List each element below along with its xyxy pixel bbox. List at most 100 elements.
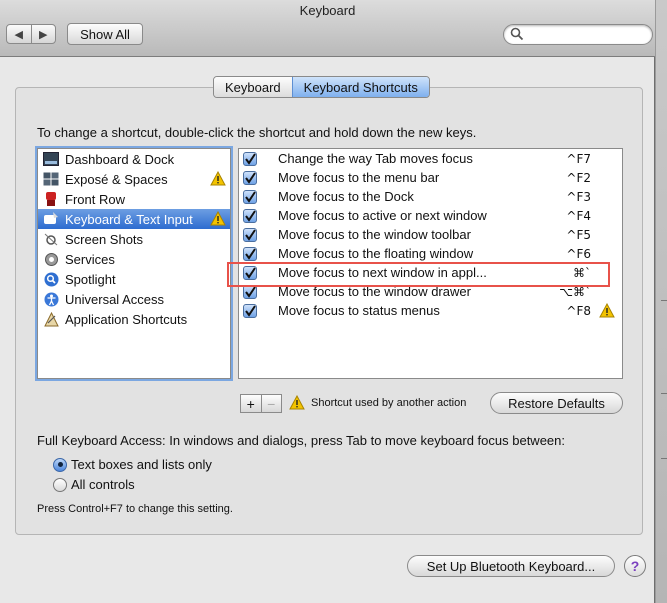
enabled-checkbox[interactable] xyxy=(243,227,257,242)
shortcut-key[interactable]: ^F5 xyxy=(566,228,591,242)
category-label: Spotlight xyxy=(65,271,116,287)
enabled-checkbox[interactable] xyxy=(243,170,257,185)
toolbar: Keyboard ◀ ▶ Show All xyxy=(0,0,655,57)
shortcut-key[interactable]: ^F8 xyxy=(566,304,591,318)
shortcut-key[interactable]: ^F7 xyxy=(566,152,591,166)
enabled-checkbox[interactable] xyxy=(243,151,257,166)
radio-button-selected[interactable] xyxy=(53,457,67,472)
shortcut-name: Change the way Tab moves focus xyxy=(278,151,473,166)
add-button[interactable]: + xyxy=(241,395,261,412)
checkmark-icon xyxy=(245,228,256,241)
shortcut-row[interactable]: Move focus to the floating window ^F6 xyxy=(239,244,622,263)
divider xyxy=(661,393,667,394)
category-label: Dashboard & Dock xyxy=(65,151,175,167)
shortcut-row[interactable]: Move focus to status menus ^F8 xyxy=(239,301,622,320)
category-label: Keyboard & Text Input xyxy=(65,211,193,227)
shortcut-row[interactable]: Change the way Tab moves focus ^F7 xyxy=(239,149,622,168)
shortcut-row[interactable]: Move focus to the window drawer ⌥⌘` xyxy=(239,282,622,301)
show-all-button[interactable]: Show All xyxy=(67,23,143,45)
category-label: Exposé & Spaces xyxy=(65,171,168,187)
category-label: Services xyxy=(65,251,115,267)
shortcut-name: Move focus to the menu bar xyxy=(278,170,440,185)
shortcut-list[interactable]: Change the way Tab moves focus ^F7 Move … xyxy=(238,148,623,379)
category-label: Universal Access xyxy=(65,291,164,307)
shortcut-key[interactable]: ^F3 xyxy=(566,190,591,204)
category-screen-shots[interactable]: Screen Shots xyxy=(38,229,230,249)
full-keyboard-access-label: Full Keyboard Access: In windows and dia… xyxy=(37,433,565,448)
category-expose-spaces[interactable]: Exposé & Spaces xyxy=(38,169,230,189)
shortcut-key[interactable]: ⌘` xyxy=(573,266,591,280)
tab-bar: Keyboard Keyboard Shortcuts xyxy=(213,76,430,98)
checkmark-icon xyxy=(245,171,256,184)
shortcut-name: Move focus to the window drawer xyxy=(278,284,471,299)
divider xyxy=(661,458,667,459)
chevron-right-icon: ▶ xyxy=(39,28,48,41)
conflict-legend: Shortcut used by another action xyxy=(311,397,467,409)
category-dashboard-dock[interactable]: Dashboard & Dock xyxy=(38,149,230,169)
category-universal-access[interactable]: Universal Access xyxy=(38,289,230,309)
category-spotlight[interactable]: Spotlight xyxy=(38,269,230,289)
radio-all-controls[interactable]: All controls xyxy=(53,477,135,492)
radio-button[interactable] xyxy=(53,477,67,492)
shortcut-row[interactable]: Move focus to the window toolbar ^F5 xyxy=(239,225,622,244)
help-icon: ? xyxy=(630,558,640,574)
instruction-text: To change a shortcut, double-click the s… xyxy=(37,125,477,140)
warning-icon xyxy=(599,303,615,318)
enabled-checkbox[interactable] xyxy=(243,303,257,318)
category-label: Front Row xyxy=(65,191,125,207)
forward-button[interactable]: ▶ xyxy=(30,25,56,43)
enabled-checkbox[interactable] xyxy=(243,265,257,280)
shortcut-row[interactable]: Move focus to the menu bar ^F2 xyxy=(239,168,622,187)
radio-label: Text boxes and lists only xyxy=(71,457,212,472)
shortcut-row-highlighted[interactable]: Move focus to next window in appl... ⌘` xyxy=(239,263,622,282)
keyboard-text-input-icon xyxy=(42,211,60,227)
chevron-left-icon: ◀ xyxy=(14,28,23,41)
enabled-checkbox[interactable] xyxy=(243,208,257,223)
category-front-row[interactable]: Front Row xyxy=(38,189,230,209)
services-gear-icon xyxy=(42,251,60,267)
screen-shots-icon xyxy=(42,231,60,247)
shortcut-name: Move focus to the Dock xyxy=(278,189,414,204)
help-button[interactable]: ? xyxy=(624,555,646,577)
checkmark-icon xyxy=(245,190,256,203)
shortcut-row[interactable]: Move focus to the Dock ^F3 xyxy=(239,187,622,206)
back-forward-group: ◀ ▶ xyxy=(6,24,56,44)
shortcut-name: Move focus to next window in appl... xyxy=(278,265,487,280)
shortcut-row[interactable]: Move focus to active or next window ^F4 xyxy=(239,206,622,225)
shortcut-name: Move focus to the window toolbar xyxy=(278,227,471,242)
shortcut-key[interactable]: ^F2 xyxy=(566,171,591,185)
keyboard-preferences-window: Keyboard ◀ ▶ Show All Keyboard Keyboard … xyxy=(0,0,655,603)
checkmark-icon xyxy=(245,152,256,165)
application-shortcuts-icon xyxy=(42,311,60,327)
warning-icon xyxy=(210,171,226,186)
tab-keyboard[interactable]: Keyboard xyxy=(214,77,292,97)
shortcut-key[interactable]: ^F4 xyxy=(566,209,591,223)
shortcut-key[interactable]: ^F6 xyxy=(566,247,591,261)
tab-keyboard-shortcuts[interactable]: Keyboard Shortcuts xyxy=(291,77,429,97)
category-services[interactable]: Services xyxy=(38,249,230,269)
shortcut-name: Move focus to active or next window xyxy=(278,208,487,223)
checkmark-icon xyxy=(245,247,256,260)
radio-text-boxes-lists[interactable]: Text boxes and lists only xyxy=(53,457,212,472)
window-title: Keyboard xyxy=(299,3,356,18)
spotlight-icon xyxy=(42,271,60,287)
set-up-bluetooth-keyboard-button[interactable]: Set Up Bluetooth Keyboard... xyxy=(407,555,615,577)
add-remove-group: + − xyxy=(240,394,282,413)
universal-access-icon xyxy=(42,291,60,307)
back-button[interactable]: ◀ xyxy=(7,25,31,43)
category-list[interactable]: Dashboard & Dock Exposé & Spaces Front R… xyxy=(37,148,231,379)
category-keyboard-text-input[interactable]: Keyboard & Text Input xyxy=(38,209,230,229)
category-application-shortcuts[interactable]: Application Shortcuts xyxy=(38,309,230,329)
remove-button[interactable]: − xyxy=(260,395,282,412)
shortcut-key[interactable]: ⌥⌘` xyxy=(559,285,591,299)
enabled-checkbox[interactable] xyxy=(243,189,257,204)
restore-defaults-button[interactable]: Restore Defaults xyxy=(490,392,623,414)
expose-spaces-icon xyxy=(42,171,60,187)
checkmark-icon xyxy=(245,209,256,222)
enabled-checkbox[interactable] xyxy=(243,246,257,261)
enabled-checkbox[interactable] xyxy=(243,284,257,299)
search-field[interactable] xyxy=(503,24,653,45)
control-f7-note: Press Control+F7 to change this setting. xyxy=(37,503,233,515)
checkmark-icon xyxy=(245,266,256,279)
checkmark-icon xyxy=(245,285,256,298)
